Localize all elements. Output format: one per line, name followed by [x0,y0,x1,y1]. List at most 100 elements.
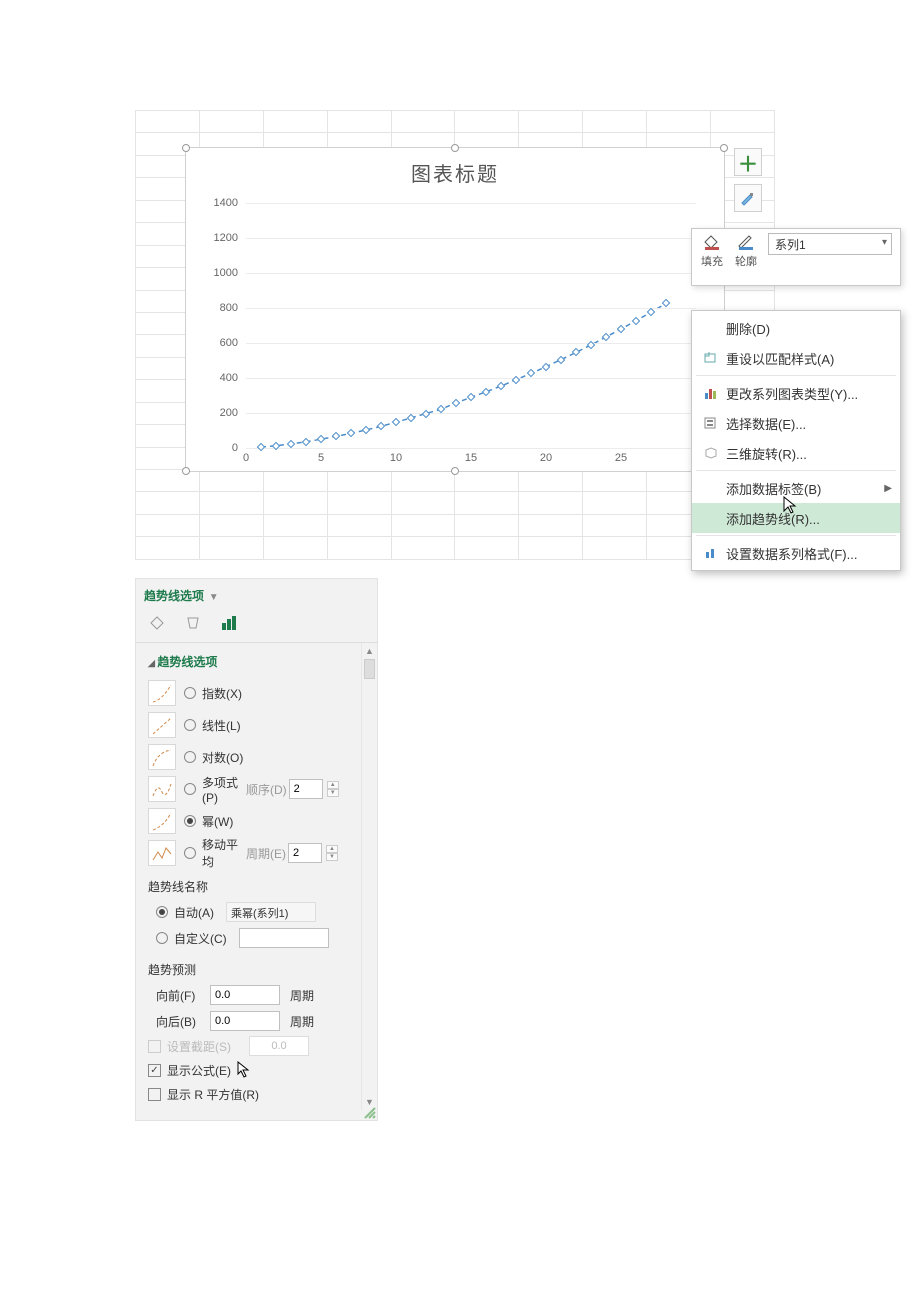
pen-icon [736,233,756,251]
radio-moving-average[interactable] [184,847,196,859]
tab-effects[interactable] [182,612,204,634]
data-point[interactable] [332,432,340,440]
paint-bucket-icon [702,233,722,251]
label-poly-order: 顺序(D) [246,781,287,798]
outline-button[interactable]: 轮廓 [734,233,758,269]
radio-exponential[interactable] [184,687,196,699]
resize-handle[interactable] [451,467,459,475]
data-point[interactable] [647,308,655,316]
exponential-icon [148,680,176,706]
section-trendline-options[interactable]: 趋势线选项 [148,653,371,670]
radio-name-auto[interactable] [156,906,168,918]
radio-polynomial[interactable] [184,783,196,795]
data-point[interactable] [467,393,475,401]
menu-add-data-labels[interactable]: 添加数据标签(B) ▶ [692,473,900,503]
data-point[interactable] [362,426,370,434]
data-point[interactable] [422,409,430,417]
data-point[interactable] [392,418,400,426]
y-axis-tick-label: 800 [220,302,238,314]
data-point[interactable] [302,437,310,445]
tab-fill-line[interactable] [146,612,168,634]
effects-icon [184,614,202,632]
resize-grip-icon[interactable] [363,1106,377,1120]
data-point[interactable] [587,341,595,349]
chart-elements-button[interactable]: ＋ [734,148,762,176]
bar-chart-icon [220,614,238,632]
y-axis-tick-label: 600 [220,337,238,349]
poly-order-input[interactable] [289,779,323,799]
gridline [246,203,696,204]
gridline [246,273,696,274]
ma-period-input[interactable] [288,843,322,863]
scroll-up-icon[interactable]: ▲ [362,643,377,659]
ma-period-spinner[interactable]: ▲▼ [326,845,338,861]
data-point[interactable] [632,317,640,325]
data-point[interactable] [287,440,295,448]
submenu-arrow-icon: ▶ [884,483,892,494]
backward-input[interactable] [210,1011,280,1031]
scrollbar[interactable]: ▲ ▼ [361,643,377,1110]
data-point[interactable] [497,382,505,390]
label-backward: 向后(B) [148,1013,208,1030]
data-point[interactable] [482,388,490,396]
menu-change-chart-type[interactable]: 更改系列图表类型(Y)... [692,378,900,408]
data-point[interactable] [662,299,670,307]
x-axis-tick-label: 25 [615,452,627,464]
data-point[interactable] [557,355,565,363]
radio-name-custom[interactable] [156,932,168,944]
data-point[interactable] [617,325,625,333]
resize-handle[interactable] [720,144,728,152]
menu-add-trendline[interactable]: 添加趋势线(R)... [692,503,900,533]
label-forecast: 趋势预测 [148,961,371,978]
forward-input[interactable] [210,985,280,1005]
checkbox-show-r-squared[interactable] [148,1088,161,1101]
data-point[interactable] [572,348,580,356]
label-exponential: 指数(X) [202,685,242,702]
data-point[interactable] [377,422,385,430]
chart-title[interactable]: 图表标题 [186,148,724,193]
menu-3d-rotation[interactable]: 三维旋转(R)... [692,438,900,468]
label-polynomial: 多项式(P) [202,774,242,805]
custom-name-input[interactable] [239,928,329,948]
data-point[interactable] [527,369,535,377]
menu-reset-match-style[interactable]: 重设以匹配样式(A) [692,343,900,373]
data-point[interactable] [347,429,355,437]
panel-title[interactable]: 趋势线选项 ▼ [136,579,377,608]
data-point[interactable] [452,399,460,407]
select-data-icon [703,415,719,431]
menu-select-data[interactable]: 选择数据(E)... [692,408,900,438]
y-axis-tick-label: 200 [220,407,238,419]
x-axis-tick-label: 5 [318,452,324,464]
series-selector[interactable]: 系列1 [768,233,892,255]
gridline [246,308,696,309]
resize-handle[interactable] [182,467,190,475]
resize-handle[interactable] [182,144,190,152]
scrollbar-thumb[interactable] [364,659,375,679]
data-point[interactable] [602,333,610,341]
fill-button[interactable]: 填充 [700,233,724,269]
radio-power[interactable] [184,815,196,827]
data-point[interactable] [257,443,265,451]
data-point[interactable] [542,362,550,370]
plot-area[interactable]: 02004006008001000120014000510152025 [246,203,696,448]
paint-icon [148,614,166,632]
radio-logarithmic[interactable] [184,751,196,763]
radio-linear[interactable] [184,719,196,731]
chart-styles-button[interactable] [734,184,762,212]
label-name-auto: 自动(A) [174,904,214,921]
poly-order-spinner[interactable]: ▲▼ [327,781,339,797]
menu-format-data-series[interactable]: 设置数据系列格式(F)... [692,538,900,568]
label-logarithmic: 对数(O) [202,749,243,766]
checkbox-show-equation[interactable]: ✓ [148,1064,161,1077]
y-axis-tick-label: 1400 [214,197,238,209]
tab-trendline-options[interactable] [218,612,240,634]
data-point[interactable] [512,376,520,384]
x-axis-tick-label: 15 [465,452,477,464]
x-axis-tick-label: 0 [243,452,249,464]
menu-delete[interactable]: 删除(D) [692,313,900,343]
data-point[interactable] [317,435,325,443]
resize-handle[interactable] [451,144,459,152]
chart-object[interactable]: 图表标题 ＋ 020040060080010001200140005101520… [185,147,725,472]
mini-toolbar: 填充 轮廓 系列1 [691,228,901,286]
data-point[interactable] [407,414,415,422]
